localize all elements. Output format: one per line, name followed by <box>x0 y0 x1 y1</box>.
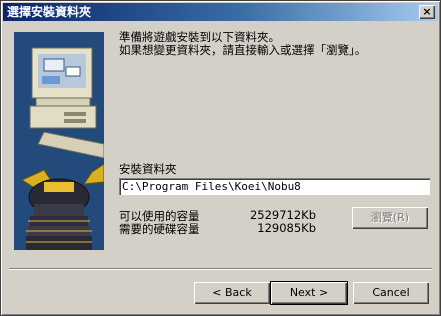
close-icon[interactable]: × <box>419 5 435 19</box>
install-path-input[interactable] <box>119 178 430 195</box>
required-space-value: 129085Kb <box>257 221 316 235</box>
browse-button[interactable]: 瀏覽(R) <box>352 207 428 229</box>
instruction-line-2: 如果想變更資料夾，請直接輸入或選擇「瀏覽」。 <box>119 43 367 57</box>
installer-dialog: 選擇安裝資料夾 × 準備將遊戲安裝到以下資料夾。 如果想變更資料夾，請直接輸入或… <box>0 0 441 316</box>
required-space-label: 需要的硬碟容量 <box>119 222 200 236</box>
installer-illustration <box>14 32 104 250</box>
instruction-text: 準備將遊戲安裝到以下資料夾。 如果想變更資料夾，請直接輸入或選擇「瀏覽」。 <box>119 31 366 57</box>
computer-and-helmet-illustration <box>20 47 104 250</box>
window-title: 選擇安裝資料夾 <box>7 5 92 19</box>
back-button[interactable]: < Back <box>194 282 270 304</box>
next-button[interactable]: Next > <box>270 281 348 305</box>
available-space-value: 2529712Kb <box>249 208 316 222</box>
separator <box>9 268 432 270</box>
title-bar[interactable]: 選擇安裝資料夾 × <box>3 3 438 21</box>
install-folder-label: 安裝資料夾 <box>119 162 177 176</box>
cancel-button[interactable]: Cancel <box>353 282 429 304</box>
